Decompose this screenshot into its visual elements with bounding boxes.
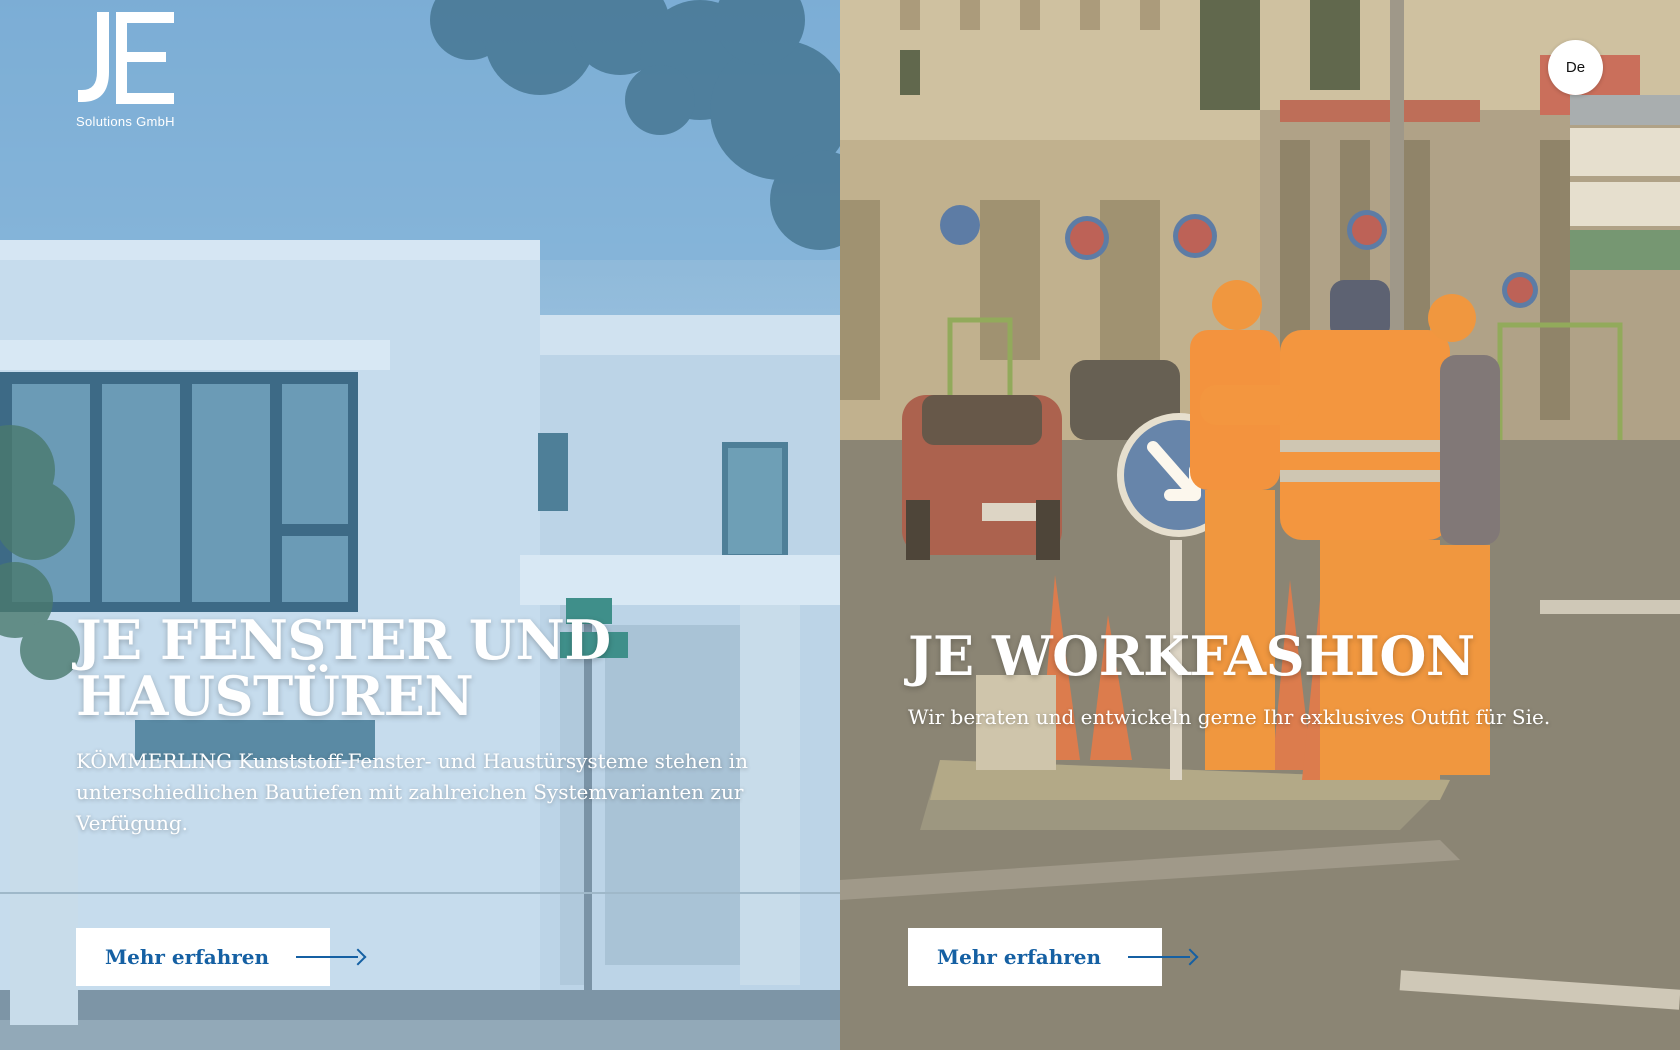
company-name: Solutions GmbH xyxy=(76,114,175,129)
language-switch-button[interactable]: De xyxy=(1548,40,1603,95)
mehr-erfahren-button[interactable]: Mehr erfahren xyxy=(908,928,1162,986)
je-monogram-logo xyxy=(78,12,174,104)
panel-content: JE WORKFASHION Wir beraten und entwickel… xyxy=(908,628,1648,733)
workers-photo xyxy=(840,0,1680,1050)
title-line-1: JE FENSTER UND xyxy=(76,608,611,672)
house-photo xyxy=(0,0,840,1050)
cta-group: Mehr erfahren xyxy=(908,928,1199,986)
arrow-right-icon[interactable] xyxy=(1128,948,1199,966)
brand-logo[interactable]: Solutions GmbH xyxy=(76,10,186,129)
arrow-right-icon[interactable] xyxy=(296,948,367,966)
panel-workfashion: JE WORKFASHION Wir beraten und entwickel… xyxy=(840,0,1680,1050)
title-line-2: HAUSTÜREN xyxy=(76,664,474,728)
panel-description: KÖMMERLING Kunststoff-Fenster- und Haust… xyxy=(76,749,749,835)
panel-fenster-haustueren: Solutions GmbH JE FENSTER UND HAUSTÜREN … xyxy=(0,0,840,1050)
mehr-erfahren-button[interactable]: Mehr erfahren xyxy=(76,928,330,986)
cta-group: Mehr erfahren xyxy=(76,928,367,986)
panel-title: JE FENSTER UND HAUSTÜREN xyxy=(76,612,796,724)
panel-title: JE WORKFASHION xyxy=(908,624,1475,688)
panel-description: Wir beraten und entwickeln gerne Ihr exk… xyxy=(908,705,1551,729)
panel-content: JE FENSTER UND HAUSTÜREN KÖMMERLING Kuns… xyxy=(76,612,796,839)
